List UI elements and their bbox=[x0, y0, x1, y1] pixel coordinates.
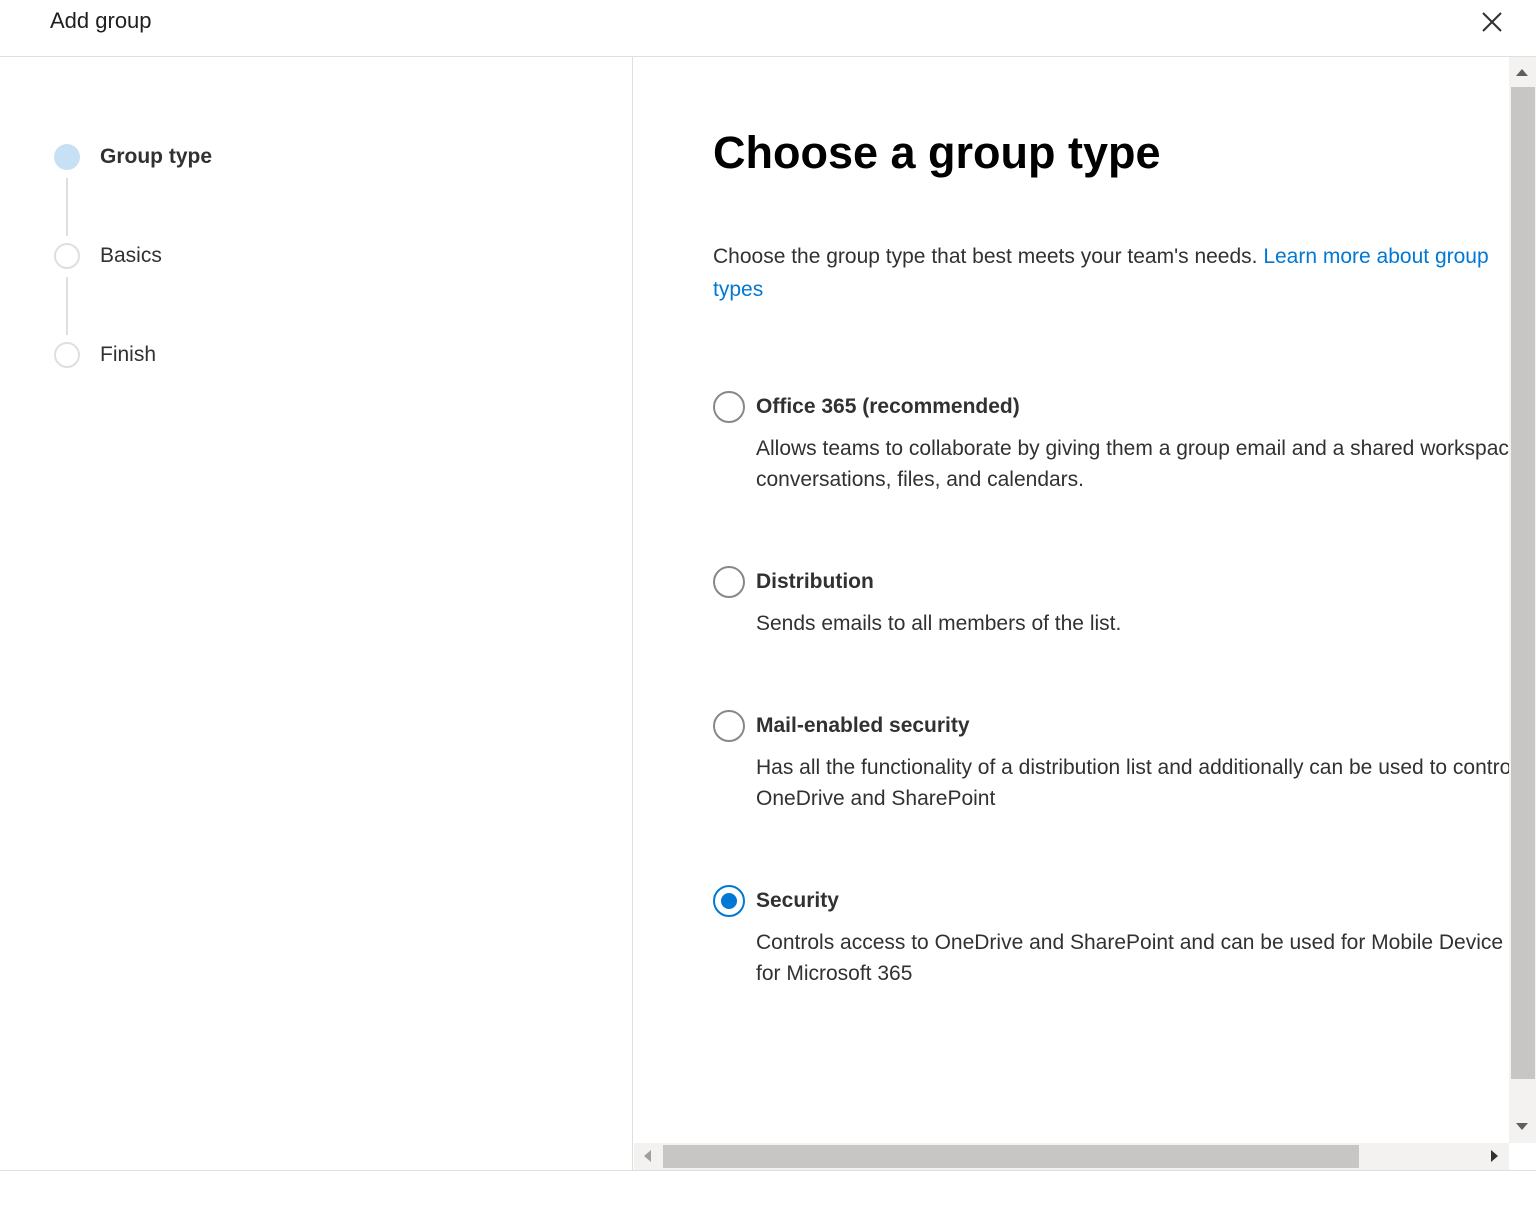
option-security[interactable]: Security Controls access to OneDrive and… bbox=[713, 885, 1509, 995]
page-title: Choose a group type bbox=[713, 127, 1161, 178]
option-office-365[interactable]: Office 365 (recommended) Allows teams to… bbox=[713, 391, 1509, 501]
close-icon bbox=[1482, 12, 1502, 32]
step-inactive-indicator bbox=[54, 342, 80, 368]
radio-security[interactable] bbox=[713, 885, 745, 917]
panel-footer bbox=[0, 1170, 1536, 1214]
step-inactive-indicator bbox=[54, 243, 80, 269]
scroll-down-arrow-icon[interactable] bbox=[1516, 1123, 1528, 1130]
radio-office-365[interactable] bbox=[713, 391, 745, 423]
vertical-scrollbar[interactable] bbox=[1509, 57, 1536, 1143]
step-active-indicator bbox=[54, 144, 80, 170]
intro-text: Choose the group type that best meets yo… bbox=[713, 245, 1264, 268]
wizard-steps-pane: Group type Basics Finish bbox=[0, 57, 633, 1171]
scroll-right-arrow-icon[interactable] bbox=[1491, 1150, 1498, 1162]
vertical-scrollbar-thumb[interactable] bbox=[1511, 87, 1535, 1079]
scroll-up-arrow-icon[interactable] bbox=[1516, 69, 1528, 76]
option-description: Sends emails to all members of the list. bbox=[756, 612, 1122, 635]
step-label: Basics bbox=[100, 244, 162, 267]
step-connector bbox=[66, 277, 68, 335]
radio-distribution[interactable] bbox=[713, 566, 745, 598]
option-description: Has all the functionality of a distribut… bbox=[756, 756, 1509, 810]
panel-title: Add group bbox=[50, 8, 152, 33]
scroll-left-arrow-icon[interactable] bbox=[644, 1150, 651, 1162]
step-connector bbox=[66, 178, 68, 236]
option-label: Security bbox=[756, 889, 839, 912]
radio-mail-enabled-security[interactable] bbox=[713, 710, 745, 742]
horizontal-scrollbar[interactable] bbox=[634, 1143, 1509, 1170]
option-label: Office 365 (recommended) bbox=[756, 395, 1020, 418]
option-label: Distribution bbox=[756, 570, 874, 593]
horizontal-scrollbar-thumb[interactable] bbox=[663, 1145, 1359, 1168]
option-description: Allows teams to collaborate by giving th… bbox=[756, 437, 1509, 491]
step-label: Group type bbox=[100, 145, 213, 168]
option-mail-enabled-security[interactable]: Mail-enabled security Has all the functi… bbox=[713, 710, 1509, 820]
option-distribution[interactable]: Distribution Sends emails to all members… bbox=[713, 566, 1509, 646]
close-button[interactable] bbox=[1476, 6, 1508, 38]
intro-paragraph: Choose the group type that best meets yo… bbox=[713, 240, 1509, 306]
content-pane: Choose a group type Choose the group typ… bbox=[634, 57, 1509, 1143]
step-label: Finish bbox=[100, 343, 157, 366]
option-label: Mail-enabled security bbox=[756, 714, 970, 737]
option-description: Controls access to OneDrive and SharePoi… bbox=[756, 931, 1509, 985]
panel-header: Add group bbox=[0, 0, 1536, 57]
radio-selected-dot bbox=[721, 893, 737, 909]
